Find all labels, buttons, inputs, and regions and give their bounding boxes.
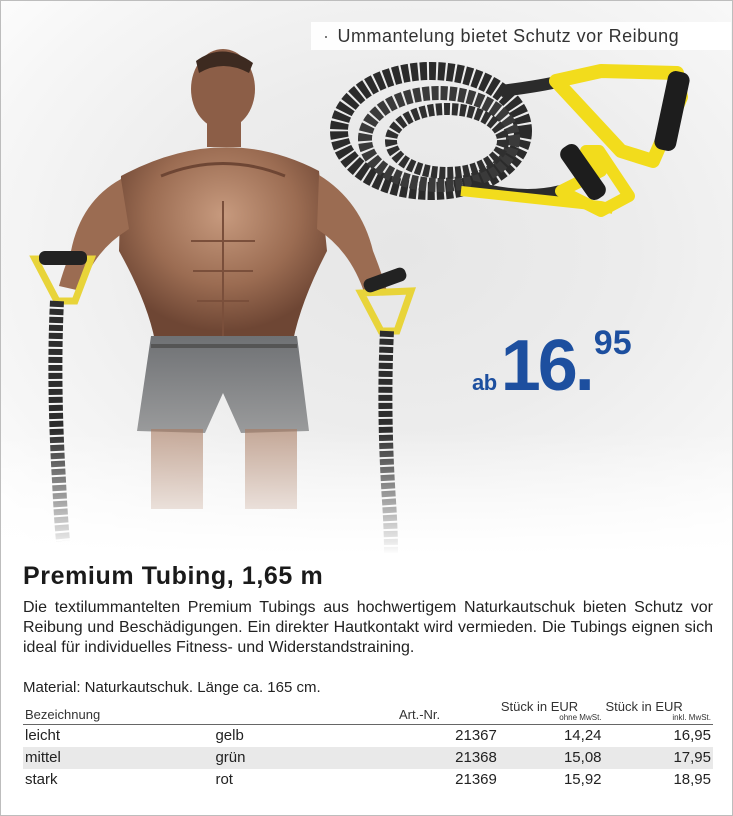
- row-net: 15,08: [498, 747, 604, 769]
- feature-note: · Ummantelung bietet Schutz vor Reibung: [311, 22, 731, 50]
- header-net: Stück in EUR ohne MwSt.: [498, 700, 604, 725]
- table-row: stark rot 21369 15,92 18,95: [23, 769, 713, 791]
- bullet-dot: ·: [323, 26, 330, 46]
- product-hero-image: [1, 1, 732, 556]
- row-name: mittel: [23, 747, 214, 769]
- table-row: leicht gelb 21367 14,24 16,95: [23, 725, 713, 748]
- header-art: Art.-Nr.: [396, 700, 499, 725]
- price-main: 16.: [500, 326, 595, 406]
- row-name: stark: [25, 771, 58, 788]
- price-tag: ab16.95: [472, 324, 632, 406]
- row-gross: 17,95: [603, 747, 713, 769]
- table-row: mittel grün 21368 15,08 17,95: [23, 747, 713, 769]
- row-color: gelb: [215, 727, 244, 744]
- row-net: 15,92: [563, 771, 602, 788]
- table-header-row: Bezeichnung Art.-Nr. Stück in EUR ohne Mw…: [23, 700, 713, 725]
- feature-note-text: Ummantelung bietet Schutz vor Reibung: [337, 26, 680, 46]
- row-gross: 16,95: [673, 727, 711, 744]
- row-art: 21368: [396, 747, 499, 769]
- price-prefix: ab: [472, 370, 497, 395]
- price-table: Bezeichnung Art.-Nr. Stück in EUR ohne Mw…: [23, 700, 713, 791]
- product-tubing-coil: [330, 62, 690, 217]
- row-art: 21367: [455, 727, 497, 744]
- row-name: leicht: [25, 727, 61, 744]
- row-color: grün: [213, 747, 397, 769]
- header-name: Bezeichnung: [23, 700, 397, 725]
- row-color: rot: [215, 771, 233, 788]
- row-gross: 18,95: [673, 771, 711, 788]
- product-material: Material: Naturkautschuk. Länge ca. 165 …: [23, 679, 321, 696]
- header-gross: Stück in EUR inkl. MwSt.: [603, 700, 713, 725]
- row-art: 21369: [455, 771, 497, 788]
- price-cents: 95: [593, 324, 632, 362]
- product-description: Die textilummantelten Premium Tubings au…: [23, 599, 713, 656]
- product-title: Premium Tubing, 1,65 m: [23, 562, 324, 590]
- hero-fade-overlay: [1, 431, 732, 556]
- row-net: 14,24: [563, 727, 602, 744]
